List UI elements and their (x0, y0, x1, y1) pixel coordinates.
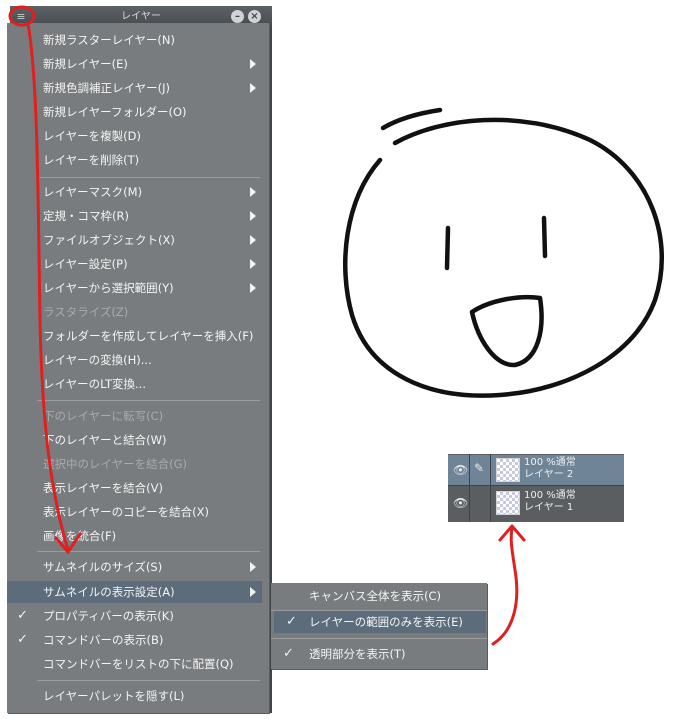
smiley-drawing (343, 107, 664, 398)
annotation-overlay (8, 5, 664, 646)
red-annotation (8, 5, 526, 646)
